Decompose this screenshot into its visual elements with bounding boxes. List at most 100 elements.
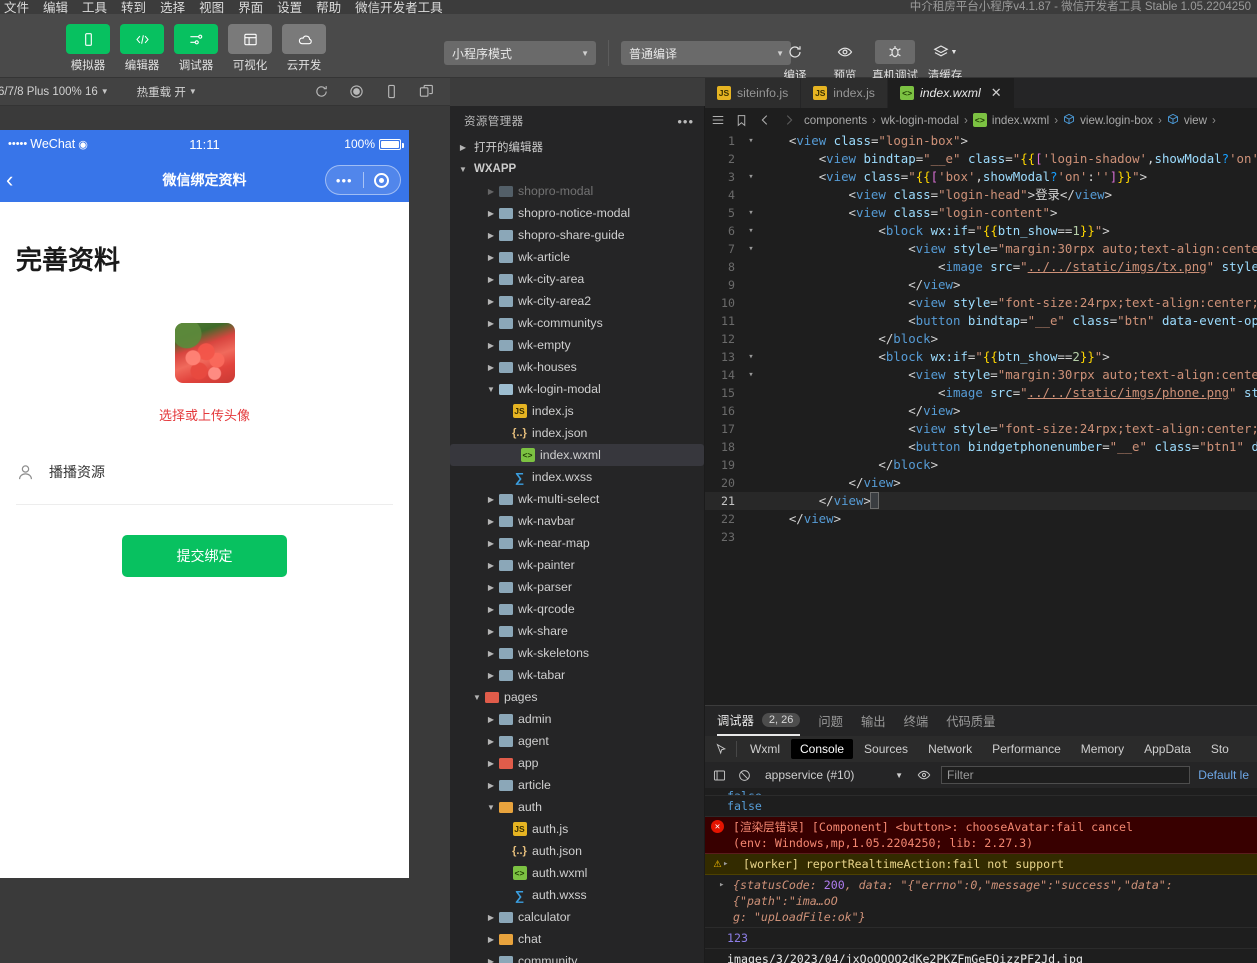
explorer-section-1[interactable]: ▼WXAPP — [450, 158, 704, 180]
menu-item-8[interactable]: 帮助 — [316, 0, 341, 14]
hot-reload-select[interactable]: 热重载 开 — [137, 84, 186, 100]
tool-可视化[interactable]: 可视化 — [228, 24, 272, 73]
menu-item-2[interactable]: 工具 — [82, 0, 107, 14]
multi-window-icon[interactable] — [419, 84, 434, 99]
tree-file[interactable]: ∑index.wxss — [450, 466, 704, 488]
compile-mode-select[interactable]: 普通编译 ▼ — [621, 41, 791, 65]
refresh-icon[interactable] — [314, 84, 329, 99]
mini-program-mode-select[interactable]: 小程序模式 ▼ — [444, 41, 596, 65]
menu-item-9[interactable]: 微信开发者工具 — [355, 0, 443, 14]
menu-item-7[interactable]: 设置 — [277, 0, 302, 14]
clear-console-icon[interactable] — [736, 769, 753, 782]
devtools-tab-Network[interactable]: Network — [919, 739, 981, 759]
tree-file[interactable]: JSauth.js — [450, 818, 704, 840]
menu-item-0[interactable]: 文件 — [4, 0, 29, 14]
fold-toggle-icon[interactable]: ▾ — [743, 168, 759, 186]
tree-folder[interactable]: ▶wk-parser — [450, 576, 704, 598]
inspect-element-icon[interactable] — [705, 743, 736, 756]
devtools-tab-Performance[interactable]: Performance — [983, 739, 1070, 759]
tree-folder[interactable]: ▶wk-houses — [450, 356, 704, 378]
tree-folder[interactable]: ▶wk-article — [450, 246, 704, 268]
tree-folder[interactable]: ▶wk-share — [450, 620, 704, 642]
fold-toggle-icon[interactable]: ▾ — [743, 240, 759, 258]
fold-toggle-icon[interactable]: ▾ — [743, 366, 759, 384]
code-line[interactable]: 18 <button bindgetphonenumber="__e" clas… — [705, 438, 1257, 456]
devtools-tab-Console[interactable]: Console — [791, 739, 853, 759]
menu-item-6[interactable]: 界面 — [238, 0, 263, 14]
breadcrumb-part[interactable]: view.login-box — [1080, 114, 1153, 127]
tool-调试器[interactable]: 调试器 — [174, 24, 218, 73]
ellipsis-icon[interactable]: ••• — [677, 114, 694, 129]
tree-file[interactable]: {..}auth.json — [450, 840, 704, 862]
capsule-button[interactable]: ••• — [325, 165, 401, 195]
breadcrumb-part[interactable]: index.wxml — [992, 114, 1049, 127]
tool-编辑器[interactable]: 编辑器 — [120, 24, 164, 73]
forward-arrow-icon[interactable] — [780, 113, 798, 127]
code-line[interactable]: 8 <image src="../../static/imgs/tx.png" … — [705, 258, 1257, 276]
close-icon[interactable]: ✕ — [991, 85, 1002, 101]
avatar[interactable] — [175, 323, 235, 383]
tree-folder[interactable]: ▶calculator — [450, 906, 704, 928]
tree-folder[interactable]: ▶community — [450, 950, 704, 963]
tree-file[interactable]: <>index.wxml — [450, 444, 704, 466]
console-context-select[interactable]: appservice (#10) ▼ — [761, 766, 907, 784]
avatar-upload-tip[interactable]: 选择或上传头像 — [16, 405, 393, 424]
device-select[interactable]: 6/7/8 Plus 100% 16 — [0, 86, 98, 98]
menu-item-1[interactable]: 编辑 — [43, 0, 68, 14]
menu-item-3[interactable]: 转到 — [121, 0, 146, 14]
tree-folder[interactable]: ▶article — [450, 774, 704, 796]
devtools-tab-Wxml[interactable]: Wxml — [741, 739, 789, 759]
fold-toggle-icon[interactable]: ▾ — [743, 348, 759, 366]
debug-tab-调试器[interactable]: 调试器2, 26 — [717, 706, 800, 736]
tree-folder[interactable]: ▶wk-city-area2 — [450, 290, 704, 312]
bookmark-icon[interactable] — [733, 114, 750, 127]
code-line[interactable]: 15 <image src="../../static/imgs/phone.p… — [705, 384, 1257, 402]
rotate-device-icon[interactable] — [384, 84, 399, 99]
tree-folder[interactable]: ▶wk-multi-select — [450, 488, 704, 510]
code-line[interactable]: 20 </view> — [705, 474, 1257, 492]
code-line[interactable]: 22 </view> — [705, 510, 1257, 528]
expand-arrow-icon[interactable]: ▸ — [723, 856, 728, 872]
devtools-tab-Memory[interactable]: Memory — [1072, 739, 1133, 759]
action-清缓存[interactable]: ▼清缓存 — [920, 40, 970, 83]
code-line[interactable]: 1▾ <view class="login-box"> — [705, 132, 1257, 150]
menu-item-5[interactable]: 视图 — [199, 0, 224, 14]
debug-tab-代码质量[interactable]: 代码质量 — [946, 706, 995, 736]
editor-tab-siteinfo.js[interactable]: JSsiteinfo.js — [705, 78, 801, 108]
debug-tab-问题[interactable]: 问题 — [818, 706, 843, 736]
code-line[interactable]: 23 — [705, 528, 1257, 546]
tool-模拟器[interactable]: 模拟器 — [66, 24, 110, 73]
tree-folder[interactable]: ▶admin — [450, 708, 704, 730]
code-line[interactable]: 10 <view style="font-size:24rpx;text-ali… — [705, 294, 1257, 312]
tree-folder[interactable]: ▶app — [450, 752, 704, 774]
console-level-select[interactable]: Default le — [1198, 768, 1251, 782]
breadcrumb-part[interactable]: view — [1184, 114, 1207, 127]
explorer-tree[interactable]: ▶shopro-modal▶shopro-notice-modal▶shopro… — [450, 180, 704, 963]
code-line[interactable]: 4 <view class="login-head">登录</view> — [705, 186, 1257, 204]
debug-tab-终端[interactable]: 终端 — [904, 706, 929, 736]
code-line[interactable]: 6▾ <block wx:if="{{btn_show==1}}"> — [705, 222, 1257, 240]
back-arrow-icon[interactable] — [756, 113, 774, 127]
code-line[interactable]: 12 </block> — [705, 330, 1257, 348]
tree-folder[interactable]: ▶wk-empty — [450, 334, 704, 356]
code-line[interactable]: 17 <view style="font-size:24rpx;text-ali… — [705, 420, 1257, 438]
code-line[interactable]: 5▾ <view class="login-content"> — [705, 204, 1257, 222]
tree-folder[interactable]: ▶shopro-modal — [450, 180, 704, 202]
breadcrumb-part[interactable]: wk-login-modal — [881, 114, 959, 127]
code-line[interactable]: 3▾ <view class="{{['box',showModal?'on':… — [705, 168, 1257, 186]
tree-folder[interactable]: ▶wk-navbar — [450, 510, 704, 532]
action-真机调试[interactable]: 真机调试 — [870, 40, 920, 83]
tree-folder[interactable]: ▶wk-communitys — [450, 312, 704, 334]
menu-item-4[interactable]: 选择 — [160, 0, 185, 14]
tree-file[interactable]: JSindex.js — [450, 400, 704, 422]
tree-folder[interactable]: ▶wk-qrcode — [450, 598, 704, 620]
tree-folder[interactable]: ▼auth — [450, 796, 704, 818]
outline-icon[interactable] — [709, 113, 727, 127]
devtools-tab-AppData[interactable]: AppData — [1135, 739, 1200, 759]
tree-folder[interactable]: ▼pages — [450, 686, 704, 708]
expand-arrow-icon[interactable]: ▸ — [719, 877, 724, 893]
tree-folder[interactable]: ▶wk-painter — [450, 554, 704, 576]
action-预览[interactable]: 预览 — [820, 40, 870, 83]
explorer-section-0[interactable]: ▶打开的编辑器 — [450, 136, 704, 158]
tree-folder[interactable]: ▶wk-near-map — [450, 532, 704, 554]
